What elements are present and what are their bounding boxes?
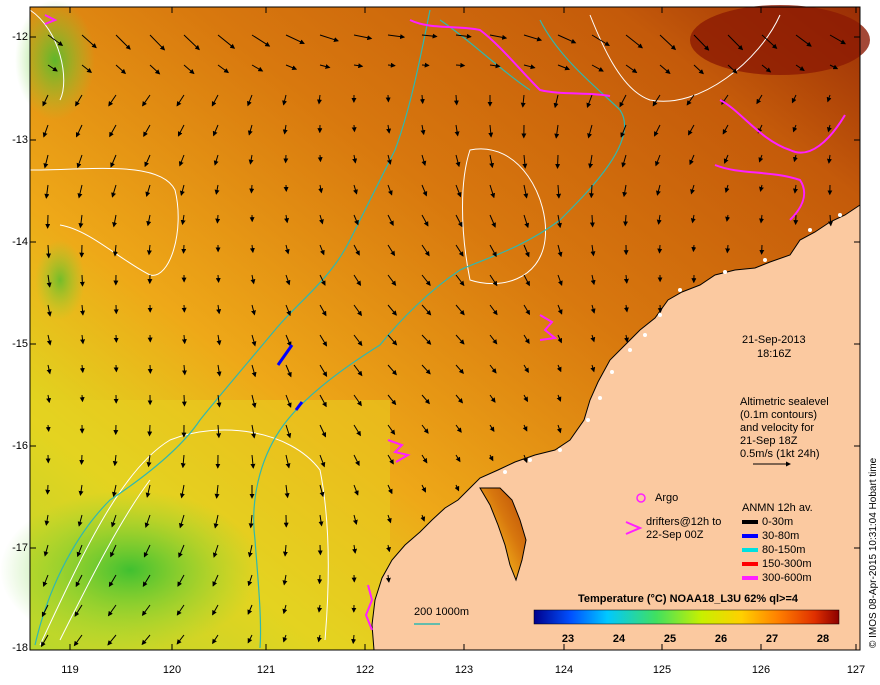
sealevel-note-5: 0.5m/s (1kt 24h)	[740, 448, 819, 460]
anmn-legend-label: 0-30m	[762, 516, 793, 528]
velocity-arrow	[217, 215, 218, 223]
y-tick-label: -15	[2, 338, 28, 350]
velocity-arrow	[354, 125, 355, 131]
velocity-arrow	[592, 215, 593, 227]
velocity-arrow	[48, 425, 49, 431]
y-tick-label: -16	[2, 440, 28, 452]
x-tick-label: 119	[50, 664, 90, 676]
datetime-time: 18:16Z	[757, 348, 791, 360]
velocity-arrow	[251, 185, 252, 193]
colorbar-tick: 28	[808, 633, 838, 645]
velocity-arrow	[48, 485, 49, 494]
anmn-legend-row: 150-300m	[742, 558, 812, 570]
x-tick-label: 127	[836, 664, 876, 676]
arrow-swatch	[742, 520, 758, 524]
colorbar-tick: 23	[553, 633, 583, 645]
sealevel-note-4: 21-Sep 18Z	[740, 435, 797, 447]
x-tick-label: 123	[444, 664, 484, 676]
velocity-arrow	[388, 65, 395, 66]
velocity-arrow	[150, 425, 151, 436]
green-patch-w	[35, 240, 85, 320]
sealevel-note-1: Altimetric sealevel	[740, 396, 829, 408]
velocity-arrow	[625, 215, 626, 225]
sealevel-note-2: (0.1m contours)	[740, 409, 817, 421]
velocity-arrow	[82, 455, 83, 464]
velocity-arrow	[456, 65, 464, 66]
green-patch-sw	[0, 490, 260, 650]
colorbar	[534, 610, 839, 624]
velocity-arrow	[184, 245, 185, 253]
anmn-legend-row: 30-80m	[742, 530, 799, 542]
anmn-legend-title: ANMN 12h av.	[742, 502, 813, 514]
velocity-arrow	[218, 275, 219, 282]
velocity-arrow	[320, 575, 321, 583]
velocity-arrow	[184, 395, 185, 406]
velocity-arrow	[660, 245, 661, 253]
colorbar-title: Temperature (°C) NOAA18_L3U 62% ql>=4	[578, 593, 798, 605]
drifters-label-2: 22-Sep 00Z	[646, 529, 703, 541]
x-tick-label: 120	[152, 664, 192, 676]
velocity-arrow	[727, 245, 728, 252]
anmn-legend-label: 30-80m	[762, 530, 799, 542]
velocity-arrow	[456, 95, 457, 105]
y-tick-label: -18	[2, 642, 28, 654]
velocity-arrow	[320, 155, 321, 161]
y-tick-label: -17	[2, 542, 28, 554]
anmn-legend-row: 300-600m	[742, 572, 812, 584]
colorbar-tick: 26	[706, 633, 736, 645]
anmn-legend-label: 150-300m	[762, 558, 812, 570]
y-tick-label: -12	[2, 31, 28, 43]
colorbar-tick: 25	[655, 633, 685, 645]
x-tick-label: 122	[345, 664, 385, 676]
velocity-arrow	[660, 305, 661, 312]
green-patch-nw	[15, 0, 95, 120]
x-tick-label: 121	[246, 664, 286, 676]
arrow-swatch	[742, 548, 758, 552]
datetime-label: 21-Sep-2013	[742, 334, 806, 346]
velocity-arrow	[693, 245, 694, 251]
argo-label: Argo	[655, 492, 678, 504]
drifters-label-1: drifters@12h to	[646, 516, 721, 528]
velocity-arrow	[591, 185, 592, 197]
velocity-arrow	[558, 155, 559, 168]
arrow-swatch	[742, 576, 758, 580]
x-tick-label: 124	[544, 664, 584, 676]
anmn-legend-row: 80-150m	[742, 544, 805, 556]
velocity-arrow	[82, 275, 83, 286]
imos-credit: © IMOS 08-Apr-2015 10:31:04 Hobart time	[868, 458, 879, 648]
sealevel-note-3: and velocity for	[740, 422, 814, 434]
velocity-arrow	[184, 335, 185, 343]
y-tick-label: -14	[2, 236, 28, 248]
x-tick-label: 125	[642, 664, 682, 676]
colorbar-tick: 24	[604, 633, 634, 645]
x-tick-label: 126	[741, 664, 781, 676]
sst-map: -12 -13 -14 -15 -16 -17 -18 119 120 121 …	[0, 0, 880, 680]
arrow-swatch	[742, 534, 758, 538]
colorbar-tick: 27	[757, 633, 787, 645]
anmn-legend-row: 0-30m	[742, 516, 793, 528]
anmn-legend-label: 80-150m	[762, 544, 805, 556]
isobath-legend-label: 200 1000m	[414, 606, 469, 618]
y-tick-label: -13	[2, 134, 28, 146]
velocity-arrow	[422, 95, 423, 103]
velocity-arrow	[82, 395, 83, 401]
arrow-swatch	[742, 562, 758, 566]
anmn-legend-label: 300-600m	[762, 572, 812, 584]
